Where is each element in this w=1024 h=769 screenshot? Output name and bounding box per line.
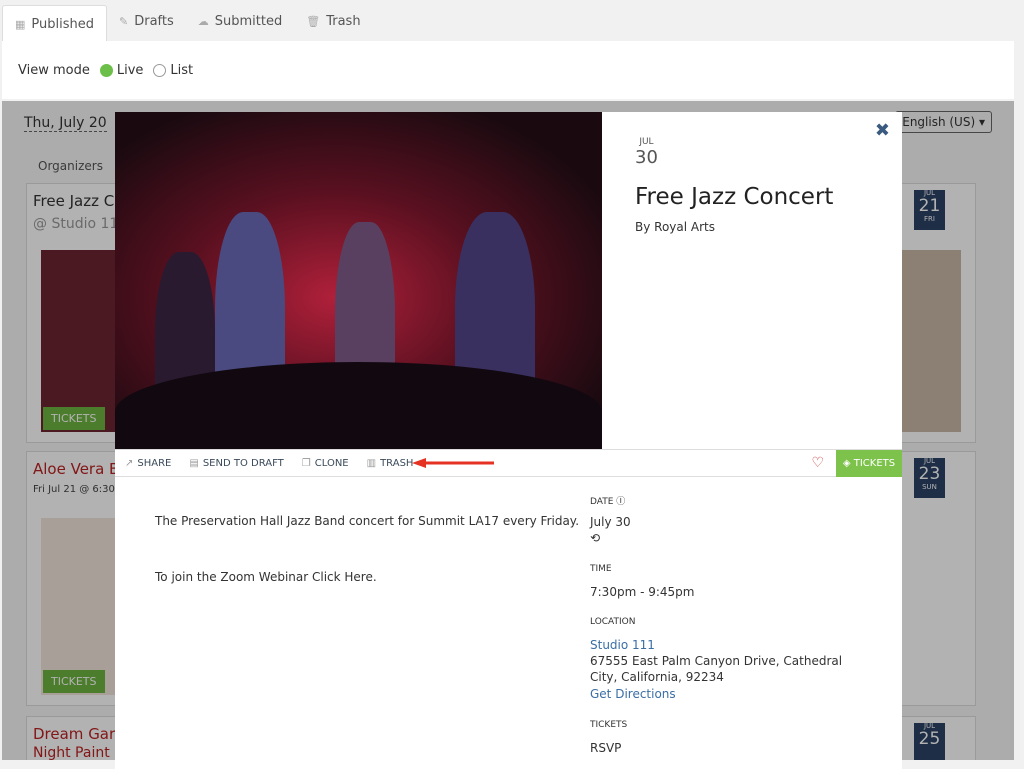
tickets-button[interactable]: ◈ TICKETS bbox=[836, 450, 902, 477]
trash-icon: ▥ bbox=[366, 457, 377, 469]
close-icon[interactable]: ✖ bbox=[875, 120, 890, 141]
view-mode-label: View mode bbox=[18, 62, 90, 78]
event-actions-bar: ↗ SHARE ▤ SEND TO DRAFT ❐ CLONE ▥ TRASH ♡ ◈ … bbox=[115, 449, 902, 477]
clone-button[interactable]: ❐ CLONE bbox=[302, 458, 349, 469]
time-label: TIME bbox=[590, 564, 612, 574]
edit-icon: ✎ bbox=[119, 14, 129, 28]
date-label: DATE ⓘ bbox=[590, 497, 626, 507]
event-date-badge: JUL 30 bbox=[635, 137, 658, 168]
draft-icon: ▤ bbox=[189, 457, 199, 469]
view-mode-bar: View mode Live List bbox=[2, 41, 1014, 99]
trash-icon: 🗑 bbox=[306, 14, 321, 28]
get-directions-link[interactable]: Get Directions bbox=[590, 686, 676, 702]
venue-address: 67555 East Palm Canyon Drive, Cathedral … bbox=[590, 654, 843, 684]
tab-drafts[interactable]: ✎ Drafts bbox=[107, 0, 186, 42]
red-arrow-annotation bbox=[412, 458, 494, 468]
event-title: Free Jazz Concert bbox=[635, 184, 834, 210]
repeat-icon: ⟲ bbox=[590, 531, 601, 545]
time-value: 7:30pm - 9:45pm bbox=[590, 585, 695, 599]
view-mode-live[interactable]: Live bbox=[99, 63, 143, 78]
tickets-value: RSVP bbox=[590, 741, 622, 755]
event-description: The Preservation Hall Jazz Band concert … bbox=[155, 514, 580, 528]
share-icon: ↗ bbox=[125, 457, 134, 469]
share-button[interactable]: ↗ SHARE bbox=[125, 458, 171, 469]
heart-icon[interactable]: ♡ bbox=[811, 455, 824, 471]
clone-icon: ❐ bbox=[301, 457, 311, 469]
event-modal: ✖ JUL 30 Free Jazz Concert By Royal Arts … bbox=[115, 112, 902, 769]
send-to-draft-button[interactable]: ▤ SEND TO DRAFT bbox=[189, 458, 283, 469]
calendar-icon: ▦ bbox=[15, 17, 26, 31]
venue-link[interactable]: Studio 111 bbox=[590, 637, 655, 653]
tickets-label: TICKETS bbox=[590, 720, 628, 730]
status-tabs: ▦ Published ✎ Drafts ☁ Submitted 🗑 Trash bbox=[0, 0, 1024, 42]
view-mode-list[interactable]: List bbox=[153, 63, 193, 78]
info-icon: ⓘ bbox=[616, 497, 626, 507]
tab-trash[interactable]: 🗑 Trash bbox=[294, 0, 372, 42]
zoom-link-text[interactable]: To join the Zoom Webinar Click Here. bbox=[155, 570, 377, 584]
trash-button[interactable]: ▥ TRASH bbox=[367, 458, 414, 469]
tab-published[interactable]: ▦ Published bbox=[2, 5, 107, 42]
tab-submitted[interactable]: ☁ Submitted bbox=[186, 0, 294, 42]
event-organizer: By Royal Arts bbox=[635, 220, 715, 234]
location-label: LOCATION bbox=[590, 617, 636, 627]
event-photo bbox=[115, 112, 602, 449]
date-value: July 30 bbox=[590, 515, 631, 529]
cloud-icon: ☁ bbox=[197, 14, 209, 28]
